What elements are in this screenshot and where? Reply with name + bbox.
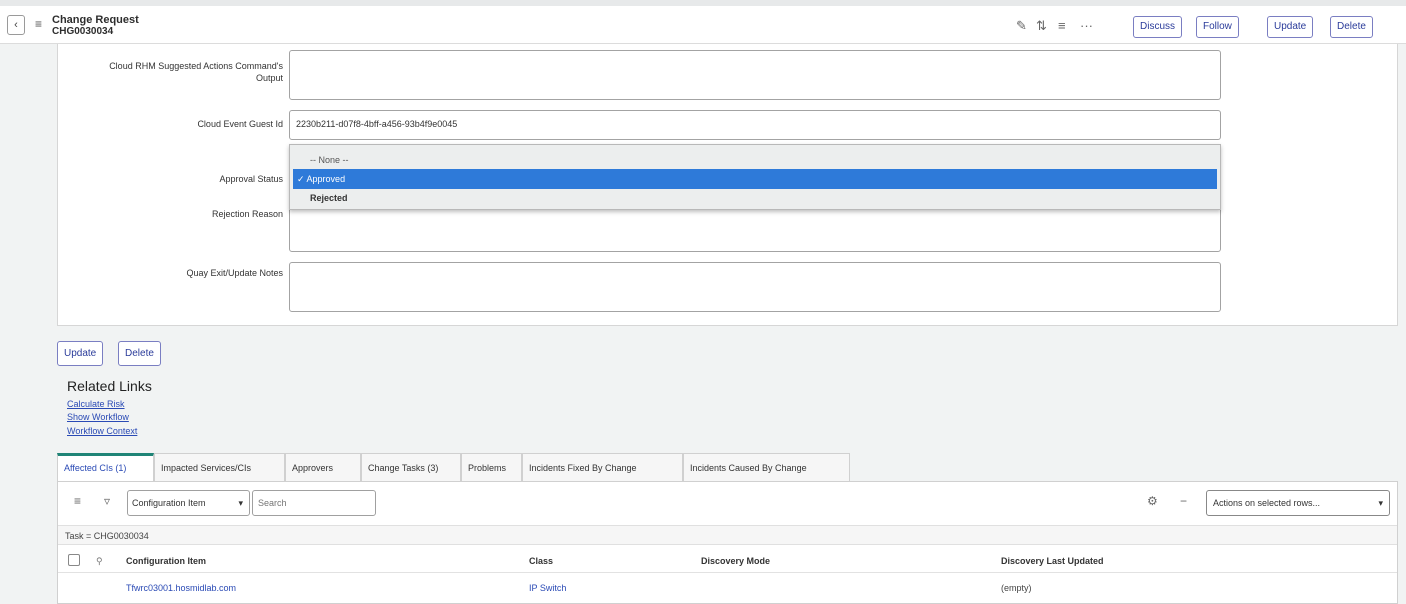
cloud-output-field[interactable] [289,50,1221,100]
cloud-output-label: Cloud RHM Suggested Actions Command's Ou… [109,61,283,83]
chevron-down-icon: ▾ [1378,498,1383,508]
tab-impacted-services[interactable]: Impacted Services/CIs [154,453,285,481]
notes-field[interactable] [289,262,1221,312]
update-button-bottom[interactable]: Update [57,341,104,366]
column-discovery-last-updated[interactable]: Discovery Last Updated [1001,556,1104,566]
search-field-select[interactable]: Configuration Item ▾ [127,490,250,516]
calculate-risk-link[interactable]: Calculate Risk [67,399,125,409]
option-approved[interactable]: ✓ Approved [293,169,1217,189]
class-link[interactable]: IP Switch [529,583,566,593]
tab-problems[interactable]: Problems [461,453,522,481]
delete-button-bottom[interactable]: Delete [118,341,161,366]
option-rejected[interactable]: Rejected [290,188,1220,208]
activity-icon[interactable]: ⇅ [1036,18,1047,34]
discuss-button[interactable]: Discuss [1133,16,1183,38]
actions-select[interactable]: Actions on selected rows... ▾ [1206,490,1390,516]
select-all-checkbox[interactable] [68,554,80,566]
rejection-reason-label: Rejection Reason [211,209,283,219]
follow-button[interactable]: Follow [1196,16,1239,38]
record-type: Change Request [52,14,139,26]
notes-label: Quay Exit/Update Notes [186,268,283,278]
filter-icon[interactable]: ▿ [104,494,110,508]
record-header: ‹ ≡ Change Request CHG0030034 ✎ ⇅ ≡ ··· … [0,6,1406,44]
sliders-icon[interactable]: ≡ [1058,18,1066,33]
event-id-label: Cloud Event Guest Id [197,119,283,129]
chevron-left-icon: ‹ [14,19,18,31]
approval-status-label: Approval Status [219,174,283,184]
column-configuration-item[interactable]: Configuration Item [126,556,206,566]
filter-breadcrumb[interactable]: Task = CHG0030034 [58,525,1397,545]
column-discovery-mode[interactable]: Discovery Mode [701,556,770,566]
record-title: Change Request CHG0030034 [52,14,139,38]
back-button[interactable]: ‹ [7,15,25,35]
tab-approvers[interactable]: Approvers [285,453,361,481]
ci-link[interactable]: Tfwrc03001.hosmidlab.com [126,583,236,593]
hamburger-icon[interactable]: ≡ [35,17,42,31]
paperclip-icon[interactable]: ✎ [1016,18,1027,34]
column-class[interactable]: Class [529,556,553,566]
related-links-title: Related Links [67,378,152,394]
gear-icon[interactable]: ⚙ [1147,494,1158,508]
tab-incidents-caused[interactable]: Incidents Caused By Change [683,453,850,481]
more-options-icon[interactable]: ··· [1080,18,1093,33]
approval-status-dropdown: -- None -- ✓ Approved Rejected [289,144,1221,210]
tab-affected-cis[interactable]: Affected CIs (1) [57,453,154,481]
list-menu-icon[interactable]: ≡ [74,494,81,508]
row-divider [58,572,1397,573]
chevron-down-icon: ▾ [238,498,243,508]
search-input[interactable] [252,490,376,516]
discovery-updated-value: (empty) [1001,583,1032,593]
tab-change-tasks[interactable]: Change Tasks (3) [361,453,461,481]
collapse-icon[interactable]: − [1180,494,1187,508]
column-search-icon[interactable]: ⚲ [96,556,103,567]
update-button[interactable]: Update [1267,16,1314,38]
delete-button[interactable]: Delete [1330,16,1373,38]
workflow-context-link[interactable]: Workflow Context [67,426,137,436]
show-workflow-link[interactable]: Show Workflow [67,412,129,422]
event-id-value: 2230b211-d07f8-4bff-a456-93b4f9e0045 [296,119,458,129]
option-none[interactable]: -- None -- [290,150,1220,170]
tab-incidents-fixed[interactable]: Incidents Fixed By Change [522,453,683,481]
record-number: CHG0030034 [52,26,114,37]
